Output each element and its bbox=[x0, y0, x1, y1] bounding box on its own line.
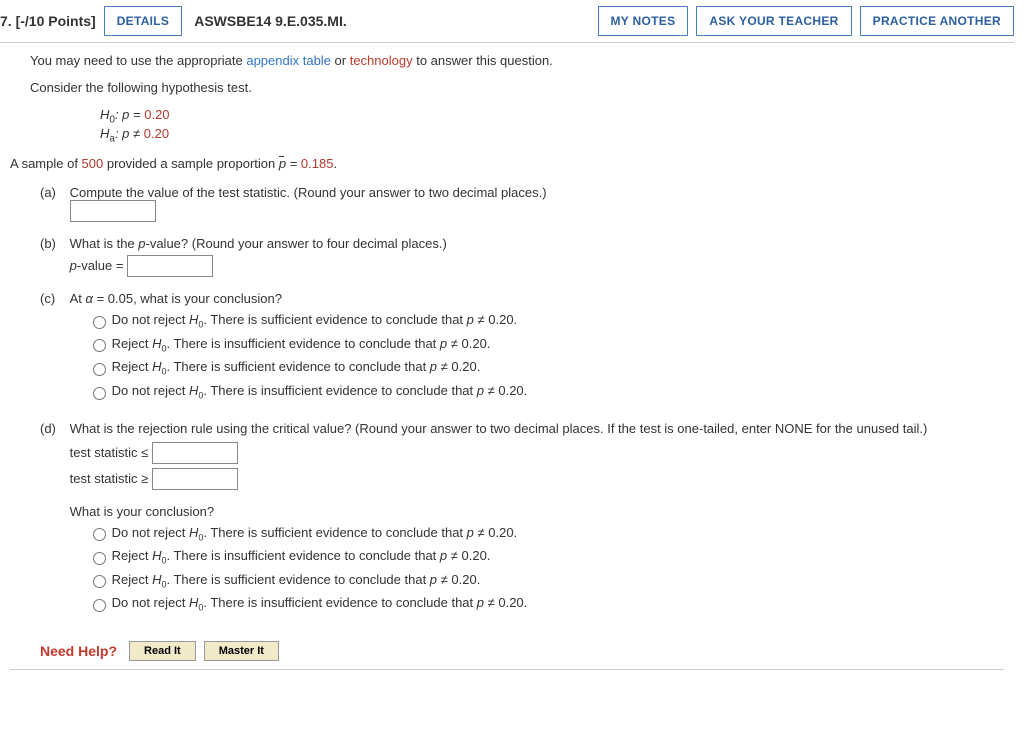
intro-line-1: You may need to use the appropriate appe… bbox=[30, 53, 1014, 68]
question-body: You may need to use the appropriate appe… bbox=[0, 53, 1014, 661]
master-it-button[interactable]: Master It bbox=[204, 641, 279, 661]
need-help-label: Need Help? bbox=[40, 643, 117, 659]
question-header: 7. [-/10 Points] DETAILS ASWSBE14 9.E.03… bbox=[0, 6, 1014, 43]
technology-link[interactable]: technology bbox=[350, 53, 413, 68]
practice-another-button[interactable]: PRACTICE ANOTHER bbox=[860, 6, 1014, 36]
ask-teacher-button[interactable]: ASK YOUR TEACHER bbox=[696, 6, 851, 36]
need-help-row: Need Help? Read It Master It bbox=[40, 641, 1014, 661]
rule-le-input[interactable] bbox=[152, 442, 238, 464]
details-button[interactable]: DETAILS bbox=[104, 6, 183, 36]
pvalue-label: p bbox=[70, 258, 77, 273]
part-c: (c) At α = 0.05, what is your conclusion… bbox=[40, 291, 1014, 406]
sample-line: A sample of 500 provided a sample propor… bbox=[10, 156, 1014, 171]
part-a-input[interactable] bbox=[70, 200, 156, 222]
rule-ge-input[interactable] bbox=[152, 468, 238, 490]
intro-line-2: Consider the following hypothesis test. bbox=[30, 80, 1014, 95]
points-label: 7. [-/10 Points] bbox=[0, 13, 96, 29]
part-d-conclusion-q: What is your conclusion? bbox=[70, 504, 1004, 519]
part-c-options: Do not reject H0. There is sufficient ev… bbox=[88, 312, 1004, 400]
part-b-input[interactable] bbox=[127, 255, 213, 277]
question-source: ASWSBE14 9.E.035.MI. bbox=[194, 13, 347, 29]
part-c-radio-3[interactable] bbox=[93, 363, 106, 376]
my-notes-button[interactable]: MY NOTES bbox=[598, 6, 689, 36]
hypotheses-block: H0: p = 0.20 Ha: p ≠ 0.20 bbox=[100, 107, 1014, 144]
part-d-radio-1[interactable] bbox=[93, 528, 106, 541]
bottom-divider bbox=[10, 669, 1004, 670]
part-a-prompt: Compute the value of the test statistic.… bbox=[70, 185, 547, 200]
read-it-button[interactable]: Read It bbox=[129, 641, 196, 661]
part-d-options: Do not reject H0. There is sufficient ev… bbox=[88, 525, 1004, 613]
part-d-prompt: What is the rejection rule using the cri… bbox=[70, 421, 928, 436]
appendix-table-link[interactable]: appendix table bbox=[246, 53, 331, 68]
part-c-radio-2[interactable] bbox=[93, 339, 106, 352]
part-d: (d) What is the rejection rule using the… bbox=[40, 421, 1014, 619]
part-b: (b) What is the p-value? (Round your ans… bbox=[40, 236, 1014, 277]
part-c-radio-4[interactable] bbox=[93, 387, 106, 400]
rule-ge-label: test statistic ≥ bbox=[70, 471, 152, 486]
part-d-radio-2[interactable] bbox=[93, 552, 106, 565]
part-c-radio-1[interactable] bbox=[93, 316, 106, 329]
part-d-radio-4[interactable] bbox=[93, 599, 106, 612]
part-b-prompt: What is the p-value? (Round your answer … bbox=[70, 236, 447, 251]
part-d-radio-3[interactable] bbox=[93, 575, 106, 588]
part-a: (a) Compute the value of the test statis… bbox=[40, 185, 1014, 222]
part-c-prompt: At α = 0.05, what is your conclusion? bbox=[70, 291, 282, 306]
rule-le-label: test statistic ≤ bbox=[70, 445, 152, 460]
